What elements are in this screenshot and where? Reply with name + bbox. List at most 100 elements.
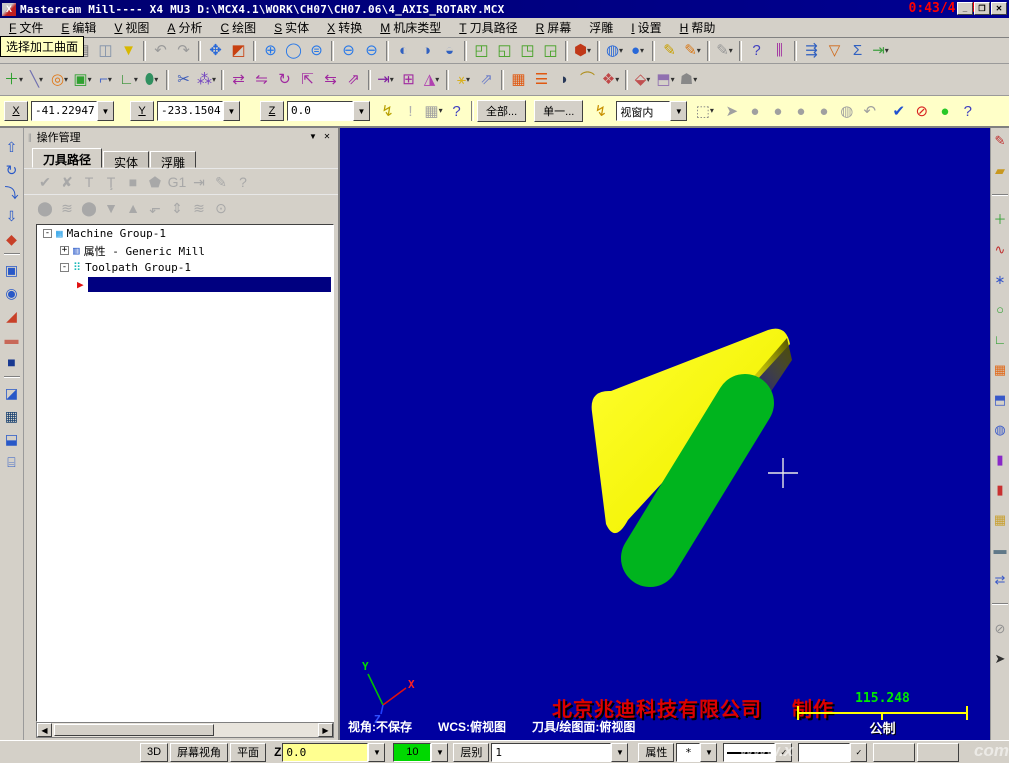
- solid-layout-icon[interactable]: ⬓: [1, 428, 22, 449]
- surface-net-icon[interactable]: ❖▾: [599, 68, 622, 91]
- multi-pencil-icon[interactable]: ✎▾: [681, 39, 704, 62]
- scale-triangle-icon-dropdown[interactable]: ▾: [435, 76, 439, 84]
- select-ok-icon[interactable]: ●: [933, 100, 956, 123]
- ops-scroll-icon[interactable]: ⇕: [166, 197, 188, 218]
- redo-icon[interactable]: ↷: [172, 39, 195, 62]
- y-coord-value[interactable]: -233.1504: [157, 101, 223, 121]
- tree-machine-group-expand-icon[interactable]: -: [43, 229, 52, 238]
- menu-screen[interactable]: R屏幕: [527, 17, 581, 38]
- select-group-icon[interactable]: ●: [766, 100, 789, 123]
- minimize-button[interactable]: _: [957, 2, 973, 15]
- panel-collapse-icon[interactable]: ▼: [306, 131, 320, 144]
- zoom-in-icon[interactable]: ⊕: [259, 39, 282, 62]
- attr-globe-icon[interactable]: ◍: [992, 421, 1009, 438]
- selection-window-icon-dropdown[interactable]: ▾: [710, 107, 714, 115]
- attr-cursor-icon[interactable]: ➤: [992, 650, 1009, 667]
- apply-icon[interactable]: !: [399, 100, 422, 123]
- menu-xform[interactable]: X转换: [318, 17, 371, 38]
- x-coord-button[interactable]: X: [4, 101, 28, 121]
- saved-view-2-icon[interactable]: ◒: [438, 39, 461, 62]
- filter-icon[interactable]: ▽: [823, 39, 846, 62]
- point-style-dropdown[interactable]: ▼: [700, 743, 717, 762]
- ops-edit-icon[interactable]: ✎: [210, 171, 232, 192]
- solid-revolve-icon[interactable]: ↻: [1, 159, 22, 180]
- surface-net-icon-dropdown[interactable]: ▾: [615, 76, 619, 84]
- create-line-icon-dropdown[interactable]: ▾: [39, 76, 43, 84]
- level-value[interactable]: 1: [491, 743, 611, 762]
- unzoom-window-icon[interactable]: ⊖: [337, 39, 360, 62]
- z-depth-value[interactable]: 0.0: [282, 743, 368, 762]
- solid-remove-face-icon[interactable]: ▬: [1, 328, 22, 349]
- delete-icon[interactable]: ▼: [117, 39, 140, 62]
- menu-machine-type[interactable]: M机床类型: [371, 17, 450, 38]
- attr-polyline-icon[interactable]: ∟: [992, 331, 1009, 348]
- solid-primitive-icon[interactable]: ▦: [1, 405, 22, 426]
- select-lightning-cursor-icon[interactable]: ↯: [589, 100, 612, 123]
- grid-lines-icon[interactable]: ☰: [530, 68, 553, 91]
- ops-trim-icon[interactable]: ≋: [188, 197, 210, 218]
- restore-button[interactable]: ❐: [974, 2, 990, 15]
- ops-copy-icon[interactable]: ⊙: [210, 197, 232, 218]
- shading-icon-dropdown[interactable]: ▾: [587, 47, 591, 55]
- select-mask-icon[interactable]: ●: [789, 100, 812, 123]
- tree-toolpath-group[interactable]: -⠿Toolpath Group-1: [37, 259, 333, 276]
- fit-entities-icon-dropdown[interactable]: ▾: [390, 76, 394, 84]
- wireframe-globe-icon[interactable]: ◍▾: [603, 39, 626, 62]
- create-polyline-icon[interactable]: ∟▾: [117, 68, 140, 91]
- attr-spline-icon[interactable]: ∿: [992, 241, 1009, 258]
- break-icon-dropdown[interactable]: ▾: [212, 76, 216, 84]
- view-iso-icon[interactable]: ◲: [539, 39, 562, 62]
- xform-scale-icon[interactable]: ⇱: [296, 68, 319, 91]
- create-cylinder-icon-dropdown[interactable]: ▾: [154, 76, 158, 84]
- graphics-viewport[interactable]: Y X Z 视角:不保存WCS:俯视图刀具/绘图面:俯视图 北京兆迪科技有限公司…: [340, 128, 990, 740]
- menu-settings[interactable]: I设置: [622, 17, 670, 38]
- line-style-combo[interactable]: ✓: [723, 743, 792, 762]
- dynamic-rotate-icon[interactable]: ◩: [227, 39, 250, 62]
- solid-shell-icon[interactable]: ▣: [1, 259, 22, 280]
- ops-g1-post-icon[interactable]: G1: [166, 171, 188, 192]
- operations-tree[interactable]: -▦Machine Group-1+▥属性 - Generic Mill-⠿To…: [36, 224, 334, 722]
- print-preview-icon[interactable]: ◫: [94, 39, 117, 62]
- sigma-icon[interactable]: Σ: [846, 39, 869, 62]
- ops-move-up-icon[interactable]: ▲: [122, 197, 144, 218]
- view-side-icon[interactable]: ◳: [516, 39, 539, 62]
- cone-solid[interactable]: [592, 329, 792, 558]
- menu-edit[interactable]: E编辑: [52, 17, 105, 38]
- select-cancel-icon[interactable]: ⊘: [910, 100, 933, 123]
- line-width-combo[interactable]: ✓: [798, 743, 867, 762]
- select-sphere-icon[interactable]: ◍: [835, 100, 858, 123]
- selected-insert-bar[interactable]: [88, 277, 331, 292]
- attr-palette-icon[interactable]: ▦: [992, 511, 1009, 528]
- tab-solids[interactable]: 实体: [103, 151, 149, 168]
- select-all-button[interactable]: 全部...: [477, 100, 526, 122]
- select-single-button[interactable]: 单一...: [534, 100, 583, 122]
- menu-art[interactable]: 浮雕: [580, 17, 622, 38]
- line-width-value[interactable]: [798, 743, 850, 762]
- ops-deselect-all-icon[interactable]: ✘: [56, 171, 78, 192]
- surface-trim-icon[interactable]: ⬒▾: [654, 68, 677, 91]
- attr-node-icon[interactable]: ∗: [992, 271, 1009, 288]
- menu-solids[interactable]: S实体: [265, 17, 318, 38]
- z-coord-button[interactable]: Z: [260, 101, 284, 121]
- create-point-icon[interactable]: ＋▾: [2, 68, 25, 91]
- y-coord-combo[interactable]: -233.1504 ▼: [157, 101, 240, 121]
- solid-draft-icon[interactable]: ◪: [1, 382, 22, 403]
- menu-help[interactable]: H帮助: [671, 17, 725, 38]
- z-coord-combo[interactable]: 0.0 ▼: [287, 101, 370, 121]
- ops-move-down-icon[interactable]: ▼: [100, 197, 122, 218]
- z-coord-value[interactable]: 0.0: [287, 101, 353, 121]
- create-cylinder-icon[interactable]: ⬮▾: [140, 68, 163, 91]
- view-top-icon[interactable]: ◰: [470, 39, 493, 62]
- menu-file[interactable]: F文件: [0, 17, 52, 38]
- fit-entities-icon[interactable]: ⇥▾: [374, 68, 397, 91]
- tree-insert-marker[interactable]: ▶: [37, 276, 333, 293]
- exit-icon-dropdown[interactable]: ▾: [885, 47, 889, 55]
- attr-point-icon[interactable]: ＋: [992, 211, 1009, 228]
- ops-highfeed-icon[interactable]: ⇥: [188, 171, 210, 192]
- light-icon[interactable]: ⚹▾: [452, 68, 475, 91]
- pattern-grid-icon[interactable]: ⊞: [397, 68, 420, 91]
- attributes-button[interactable]: 属性: [638, 743, 674, 762]
- solid-loft-icon[interactable]: ⇩: [1, 205, 22, 226]
- machine-sim-icon-dropdown[interactable]: ▾: [693, 76, 697, 84]
- multi-pencil-icon-dropdown[interactable]: ▾: [697, 47, 701, 55]
